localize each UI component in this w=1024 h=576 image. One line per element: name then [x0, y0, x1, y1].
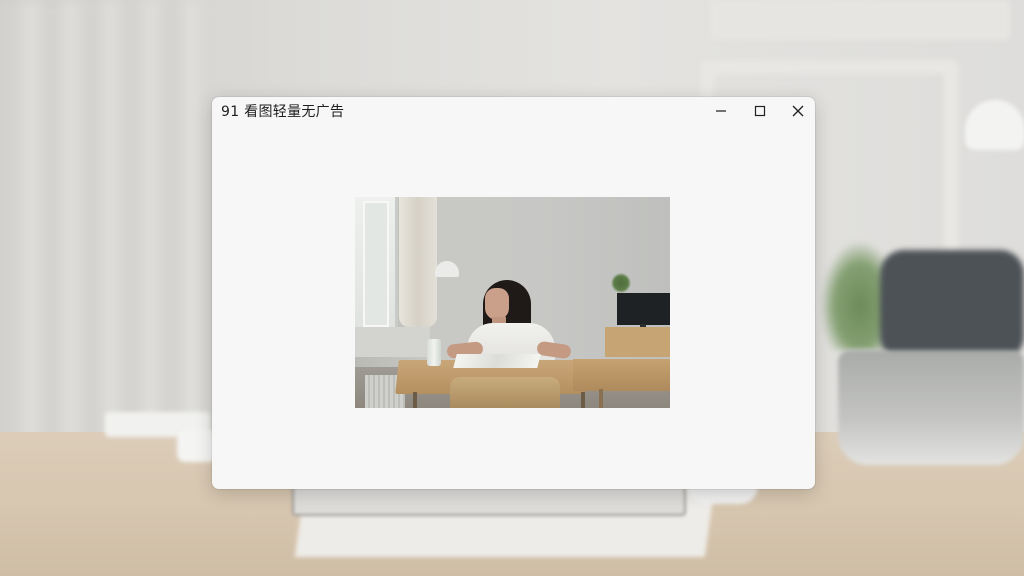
- image-canvas[interactable]: [212, 127, 815, 489]
- image-viewer-window: 91 看图轻量无广告: [212, 97, 815, 489]
- displayed-photo[interactable]: [355, 197, 670, 408]
- title-bar[interactable]: 91 看图轻量无广告: [212, 97, 815, 127]
- close-icon: [792, 105, 804, 117]
- maximize-button[interactable]: [741, 97, 779, 125]
- window-title: 91 看图轻量无广告: [221, 104, 345, 120]
- maximize-icon: [754, 105, 766, 117]
- close-button[interactable]: [779, 97, 815, 125]
- minimize-button[interactable]: [702, 97, 740, 125]
- minimize-icon: [716, 110, 726, 112]
